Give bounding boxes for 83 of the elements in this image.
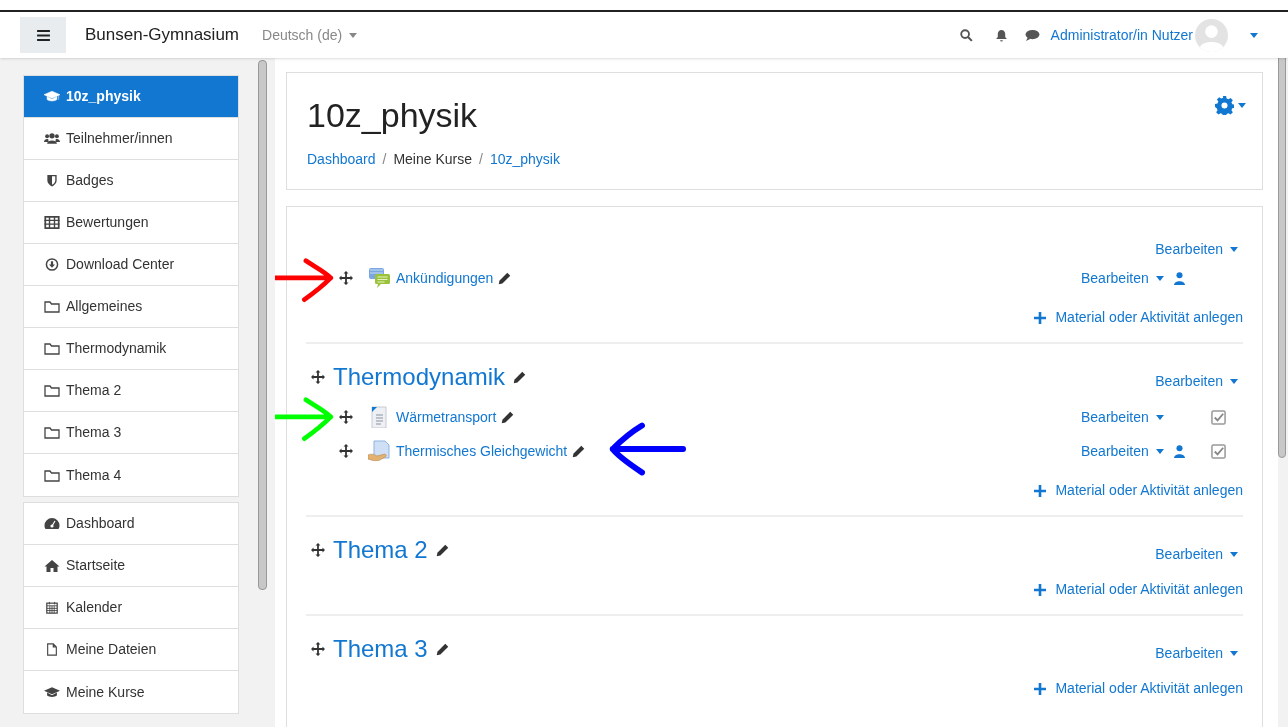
breadcrumb-separator: /: [479, 150, 483, 169]
caret-icon: [349, 32, 358, 38]
course-title: 10z_physik: [307, 95, 478, 136]
pencil-icon[interactable]: [435, 642, 449, 656]
breadcrumb-separator: /: [382, 150, 387, 169]
user-avatar-icon: [1195, 18, 1228, 52]
caret-icon: [1155, 414, 1164, 420]
section-title: Thema 2: [333, 535, 428, 565]
edit-menu-button[interactable]: Bearbeiten: [1155, 238, 1238, 260]
caret-icon: [1238, 103, 1246, 108]
breadcrumb-link[interactable]: 10z_physik: [489, 149, 560, 170]
sidebar-item[interactable]: 10z_physik: [24, 76, 238, 118]
edit-menu-button[interactable]: Bearbeiten: [1081, 406, 1164, 428]
activity-link[interactable]: Ankündigungen: [396, 267, 494, 289]
caret-icon: [1155, 275, 1164, 281]
folder-icon: [44, 426, 60, 439]
add-activity-link[interactable]: Material oder Aktivität anlegen: [1034, 678, 1243, 699]
calendar-icon: [44, 601, 60, 614]
menu-icon: [36, 29, 50, 41]
add-activity-link[interactable]: Material oder Aktivität anlegen: [1034, 307, 1243, 328]
add-activity-link[interactable]: Material oder Aktivität anlegen: [1034, 579, 1243, 600]
shield-icon: [44, 174, 60, 187]
menu-button[interactable]: [20, 17, 66, 53]
caret-icon: [1230, 378, 1238, 384]
folder-icon: [44, 342, 60, 355]
folder-icon: [44, 384, 60, 397]
chat-bubble-icon[interactable]: [1024, 28, 1040, 42]
breadcrumb-item: Meine Kurse: [393, 150, 472, 169]
caret-icon: [1155, 448, 1164, 454]
caret-icon: [1230, 650, 1238, 656]
settings-icon: [1215, 96, 1234, 115]
folder-icon: [44, 300, 60, 313]
folder-icon: [44, 468, 60, 482]
plus-icon: [1034, 583, 1047, 596]
move-icon[interactable]: [311, 543, 325, 557]
edit-menu-button[interactable]: Bearbeiten: [1155, 543, 1238, 565]
pencil-icon[interactable]: [435, 543, 449, 557]
page-scrollbar[interactable]: [1278, 58, 1286, 458]
users-icon: [44, 132, 60, 145]
completion-checkbox[interactable]: [1211, 443, 1226, 459]
move-icon[interactable]: [311, 642, 325, 656]
pencil-icon[interactable]: [501, 410, 515, 424]
activity-link[interactable]: Wärmetransport: [396, 406, 497, 428]
site-name-link[interactable]: Bunsen-Gymnasium: [85, 22, 239, 48]
section-title: Thermodynamik: [333, 362, 506, 392]
graduation-cap-icon: [44, 90, 60, 103]
edit-menu-button[interactable]: Bearbeiten: [1155, 642, 1238, 664]
table-icon: [44, 216, 60, 229]
gauge-icon: [44, 517, 60, 530]
document-hand-icon: [368, 440, 390, 462]
edit-menu-button[interactable]: Bearbeiten: [1081, 267, 1164, 289]
bell-icon[interactable]: [994, 28, 1008, 42]
graduation-cap-icon: [44, 685, 60, 699]
caret-icon: [1230, 246, 1238, 252]
activity-link[interactable]: Thermisches Gleichgewicht: [396, 440, 568, 462]
pencil-icon[interactable]: [572, 444, 586, 458]
speech-bubbles-icon: [368, 267, 390, 289]
user-name-link[interactable]: Administrator/in Nutzer: [1050, 24, 1193, 46]
pencil-icon[interactable]: [498, 271, 512, 285]
caret-icon: [1250, 32, 1258, 38]
move-icon[interactable]: [339, 271, 353, 285]
edit-menu-button[interactable]: Bearbeiten: [1081, 440, 1164, 462]
plus-icon: [1034, 484, 1047, 497]
download-circle-icon: [44, 258, 60, 271]
settings-menu-button[interactable]: [1215, 96, 1246, 115]
add-activity-link[interactable]: Material oder Aktivität anlegen: [1034, 480, 1243, 501]
house-icon: [44, 559, 60, 572]
plus-icon: [1034, 682, 1047, 695]
edit-menu-button[interactable]: Bearbeiten: [1155, 370, 1238, 392]
pencil-icon[interactable]: [513, 370, 527, 384]
move-icon[interactable]: [311, 370, 325, 384]
search-icon[interactable]: [959, 28, 973, 42]
document-icon: [368, 406, 390, 428]
caret-icon: [1230, 551, 1238, 557]
sidebar-scrollbar[interactable]: [258, 60, 267, 590]
language-menu[interactable]: Deutsch (de): [262, 24, 358, 46]
completion-checkbox[interactable]: [1211, 409, 1226, 425]
plus-icon: [1034, 311, 1047, 324]
breadcrumb-link[interactable]: Dashboard: [307, 149, 376, 170]
file-icon: [44, 643, 60, 656]
move-icon[interactable]: [339, 444, 353, 458]
section-title: Thema 3: [333, 634, 428, 664]
move-icon[interactable]: [339, 410, 353, 424]
